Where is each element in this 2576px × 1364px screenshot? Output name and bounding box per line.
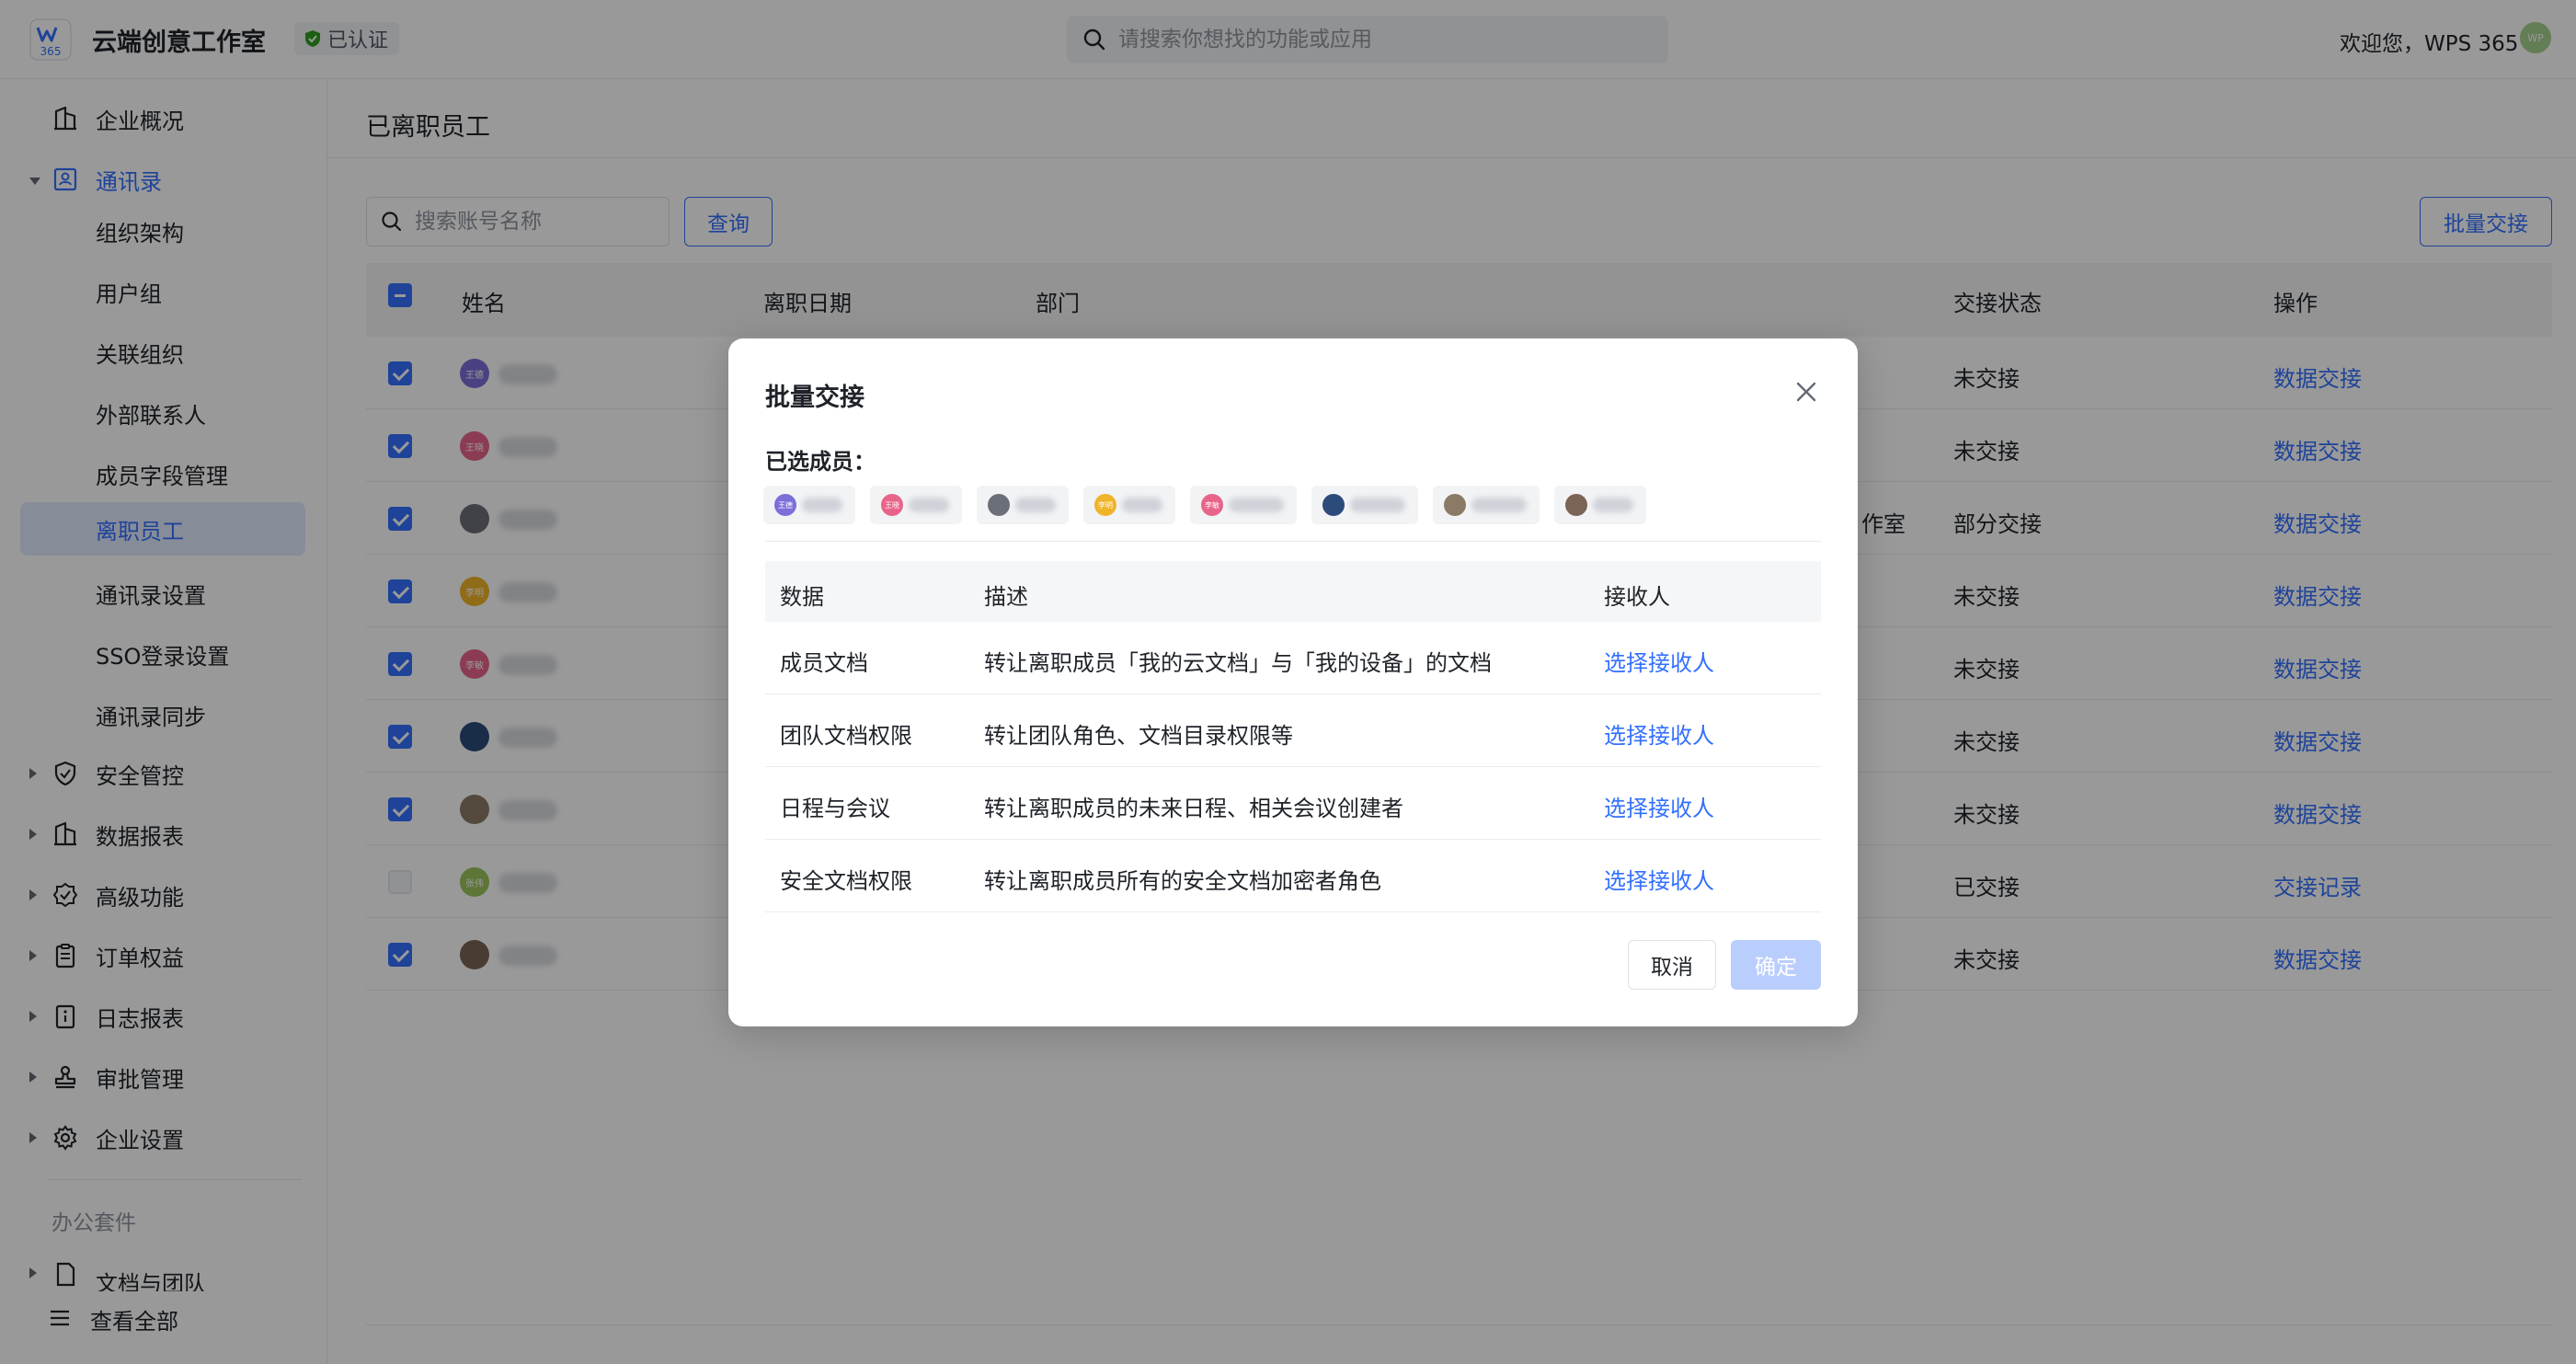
confirm-button[interactable]: 确定: [1731, 940, 1821, 990]
col-receiver: 接收人: [1604, 584, 1670, 610]
member-chip: [1311, 486, 1418, 524]
handover-desc-cell: 转让离职成员所有的安全文档加密者角色: [984, 868, 1381, 894]
selected-members-list: 王德 王晓 李明 李敏: [763, 486, 1830, 524]
selected-members-label: 已选成员：: [765, 449, 876, 475]
handover-table-header: 数据 描述 接收人: [765, 561, 1821, 622]
app-root: 365 云端创意工作室 已认证 欢迎您，WPS 365 WP 企业概况: [0, 0, 2576, 1364]
member-chip: [1554, 486, 1646, 524]
handover-data-cell: 成员文档: [780, 650, 868, 676]
member-chip: 王德: [763, 486, 855, 524]
cancel-button[interactable]: 取消: [1628, 940, 1716, 990]
avatar: [1444, 494, 1466, 516]
select-receiver-link[interactable]: 选择接收人: [1604, 645, 1714, 677]
blurred-name: [802, 498, 842, 512]
dialog-title: 批量交接: [765, 384, 864, 412]
avatar: 王德: [774, 494, 796, 516]
col-description: 描述: [984, 584, 1028, 610]
avatar: 王晓: [881, 494, 903, 516]
close-icon[interactable]: [1792, 377, 1821, 407]
select-receiver-link[interactable]: 选择接收人: [1604, 790, 1714, 822]
handover-row-secure-docs: 安全文档权限 转让离职成员所有的安全文档加密者角色 选择接收人: [765, 840, 1821, 912]
member-chip: 李明: [1083, 486, 1175, 524]
handover-row-member-docs: 成员文档 转让离职成员「我的云文档」与「我的设备」的文档 选择接收人: [765, 622, 1821, 694]
member-chip: 李敏: [1190, 486, 1297, 524]
select-receiver-link[interactable]: 选择接收人: [1604, 717, 1714, 750]
handover-desc-cell: 转让离职成员「我的云文档」与「我的设备」的文档: [984, 650, 1492, 676]
blurred-name: [1350, 498, 1405, 512]
batch-handover-dialog: 批量交接 已选成员： 王德 王晓 李明 李敏 数据 描述 接收人 成员文档 转让离职成…: [728, 338, 1858, 1026]
handover-data-cell: 日程与会议: [780, 796, 890, 821]
blurred-name: [1593, 498, 1633, 512]
member-chip: 王晓: [870, 486, 962, 524]
handover-desc-cell: 转让离职成员的未来日程、相关会议创建者: [984, 796, 1403, 821]
blurred-name: [1015, 498, 1056, 512]
handover-data-cell: 安全文档权限: [780, 868, 912, 894]
avatar: [1322, 494, 1345, 516]
avatar: 李明: [1094, 494, 1116, 516]
avatar: 李敏: [1201, 494, 1223, 516]
blurred-name: [909, 498, 949, 512]
blurred-name: [1471, 498, 1527, 512]
blurred-name: [1229, 498, 1284, 512]
select-receiver-link[interactable]: 选择接收人: [1604, 863, 1714, 895]
blurred-name: [1122, 498, 1162, 512]
avatar: [1565, 494, 1587, 516]
handover-data-cell: 团队文档权限: [780, 723, 912, 749]
handover-row-team-permissions: 团队文档权限 转让团队角色、文档目录权限等 选择接收人: [765, 694, 1821, 767]
member-chip: [977, 486, 1069, 524]
col-data: 数据: [780, 584, 824, 610]
dialog-divider: [765, 541, 1821, 542]
handover-desc-cell: 转让团队角色、文档目录权限等: [984, 723, 1293, 749]
handover-row-calendar: 日程与会议 转让离职成员的未来日程、相关会议创建者 选择接收人: [765, 767, 1821, 840]
avatar: [988, 494, 1010, 516]
member-chip: [1433, 486, 1540, 524]
